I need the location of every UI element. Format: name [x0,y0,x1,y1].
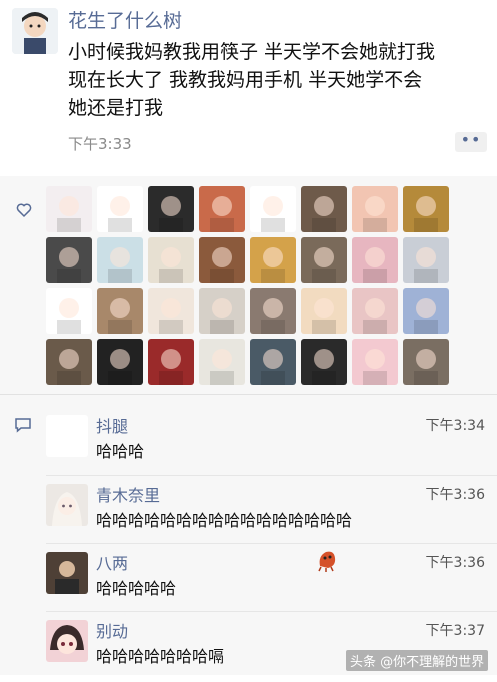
commenter-avatar[interactable] [46,484,88,526]
watermark: 头条 @你不理解的世界 [346,650,489,671]
liker-avatar[interactable] [301,237,347,283]
comment-item[interactable]: 八两 下午3:36 哈哈哈哈哈 [46,550,491,614]
liker-avatar[interactable] [97,288,143,334]
comment-text: 哈哈哈哈哈哈哈哈哈哈哈哈哈哈哈哈 [96,511,353,530]
liker-avatar[interactable] [352,339,398,385]
liker-avatar[interactable] [301,339,347,385]
post-text: 小时候我妈教我用筷子 半天学不会她就打我 现在长大了 我教我妈用手机 半天她学不… [68,38,488,122]
post-text-line: 现在长大了 我教我妈用手机 半天她学不会 [68,69,423,91]
post-text-line: 小时候我妈教我用筷子 半天学不会她就打我 [68,41,436,63]
liker-avatar[interactable] [148,288,194,334]
liker-avatar[interactable] [46,288,92,334]
liker-avatar[interactable] [199,237,245,283]
liker-avatar[interactable] [148,186,194,232]
comments-panel: 抖腿 下午3:34 哈哈哈 青木奈里 下午3:36 哈哈哈哈哈哈哈哈哈哈哈哈哈哈… [0,395,497,675]
liker-avatar[interactable] [352,288,398,334]
liker-avatar[interactable] [403,186,449,232]
more-actions-button[interactable]: •• [455,132,487,152]
liker-avatar[interactable] [403,288,449,334]
liker-avatar[interactable] [46,237,92,283]
liker-avatar[interactable] [403,339,449,385]
comment-time: 下午3:37 [425,623,485,639]
liker-avatar[interactable] [97,339,143,385]
comment-text: 哈哈哈 [96,442,145,461]
liker-avatar[interactable] [148,339,194,385]
liker-avatar[interactable] [97,237,143,283]
liker-avatar[interactable] [250,339,296,385]
liker-avatar[interactable] [352,237,398,283]
liker-avatar[interactable] [199,186,245,232]
comment-divider [46,611,497,612]
liker-avatar[interactable] [46,186,92,232]
commenter-avatar[interactable] [46,620,88,662]
commenter-name[interactable]: 抖腿 [96,413,128,437]
liker-avatar[interactable] [148,237,194,283]
comment-time: 下午3:36 [425,555,485,571]
post-time: 下午3:33 [68,135,132,153]
comment-bubble-icon [15,418,31,433]
comment-time: 下午3:34 [425,418,485,434]
commenter-name[interactable]: 青木奈里 [96,482,160,506]
liker-avatar[interactable] [301,186,347,232]
likes-panel [0,176,497,394]
heart-outline-icon [16,203,32,218]
comment-time: 下午3:36 [425,487,485,503]
post-text-line: 她还是打我 [68,97,164,119]
commenter-avatar[interactable] [46,552,88,594]
liker-avatar[interactable] [250,237,296,283]
liker-avatar[interactable] [199,339,245,385]
author-name[interactable]: 花生了什么树 [68,6,182,33]
comment-divider [46,543,497,544]
commenter-avatar[interactable] [46,415,88,457]
comment-item[interactable]: 青木奈里 下午3:36 哈哈哈哈哈哈哈哈哈哈哈哈哈哈哈哈 [46,482,491,546]
liker-avatar[interactable] [352,186,398,232]
commenter-name[interactable]: 八两 [96,550,128,574]
liker-avatar[interactable] [250,186,296,232]
liker-avatar[interactable] [46,339,92,385]
liker-avatar[interactable] [301,288,347,334]
comment-text: 哈哈哈哈哈哈哈嗝 [96,647,225,666]
sticker-icon [318,551,336,572]
liker-avatar[interactable] [250,288,296,334]
comment-item[interactable]: 抖腿 下午3:34 哈哈哈 [46,413,491,477]
liker-avatar[interactable] [403,237,449,283]
liker-avatar[interactable] [97,186,143,232]
comment-text: 哈哈哈哈哈 [96,579,177,598]
comment-divider [46,475,497,476]
author-avatar[interactable] [12,8,58,54]
liker-avatar[interactable] [199,288,245,334]
moment-post: 花生了什么树 小时候我妈教我用筷子 半天学不会她就打我 现在长大了 我教我妈用手… [0,0,497,170]
commenter-name[interactable]: 别动 [96,618,128,642]
